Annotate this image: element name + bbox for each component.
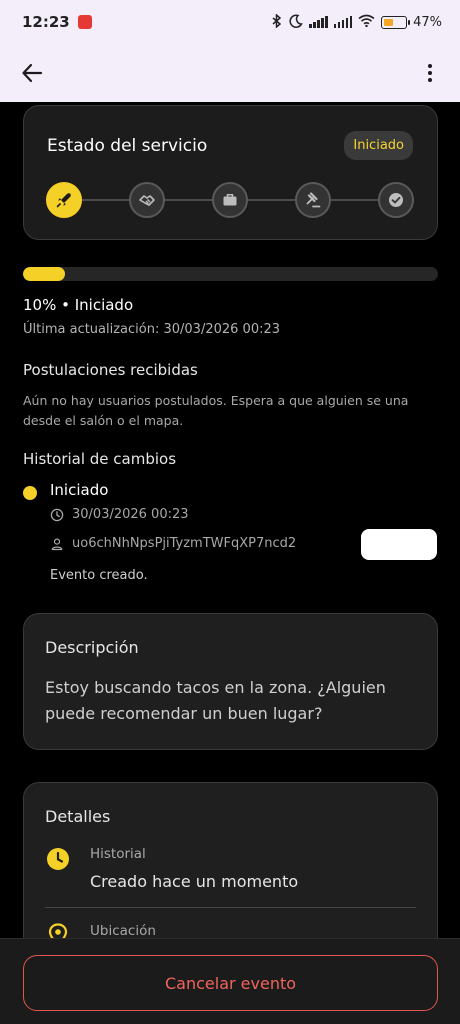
description-card: Descripción Estoy buscando tacos en la z… (23, 613, 438, 750)
status-time: 12:23 (22, 13, 70, 31)
status-badge: Iniciado (344, 131, 413, 160)
app-bar (0, 44, 460, 102)
step-dispute (295, 182, 331, 218)
cancel-event-button[interactable]: Cancelar evento (23, 955, 438, 1011)
history-item-user: uo6chNhNpsPjiTyzmTWFqXP7ncd2 (72, 536, 297, 551)
history-item-date-row: 30/03/2026 00:23 (50, 507, 189, 522)
progress-label: 10% • Iniciado (23, 296, 134, 314)
details-divider (45, 907, 416, 908)
applications-empty-message: Aún no hay usuarios postulados. Espera a… (23, 393, 409, 428)
details-title: Detalles (45, 807, 111, 826)
history-clock-icon (45, 846, 71, 872)
service-status-card: Estado del servicio Iniciado (23, 105, 438, 240)
history-dot (23, 486, 37, 500)
history-item-chip[interactable] (361, 529, 437, 560)
status-icons: 47% (271, 12, 442, 31)
description-text: Estoy buscando tacos en la zona. ¿Alguie… (45, 678, 386, 723)
signal-icon-2 (333, 16, 353, 28)
last-updated: Última actualización: 30/03/2026 00:23 (23, 322, 281, 337)
details-card: Detalles Historial Creado hace un moment… (23, 782, 438, 938)
status-stepper (46, 182, 416, 218)
applications-heading: Postulaciones recibidas (23, 361, 198, 379)
rocket-icon (56, 193, 71, 208)
details-location-label: Ubicación (90, 923, 156, 938)
app-notification-icon (77, 15, 92, 29)
check-circle-icon (389, 193, 403, 207)
moon-icon (289, 13, 303, 31)
signal-icon (309, 16, 328, 28)
step-started (46, 182, 82, 218)
history-item-date: 30/03/2026 00:23 (72, 507, 189, 522)
service-status-title: Estado del servicio (47, 136, 208, 156)
battery-icon (381, 15, 411, 29)
gavel-icon (306, 192, 321, 208)
more-vert-icon (428, 64, 432, 68)
status-bar: 12:23 47% (0, 0, 460, 44)
clock-icon (50, 508, 64, 521)
wifi-icon (358, 14, 375, 30)
handshake-icon (139, 195, 155, 206)
progress-fill (23, 267, 65, 281)
step-agreement (129, 182, 165, 218)
step-completed (378, 182, 414, 218)
scroll-content[interactable]: Estado del servicio Iniciado 10% • Inici… (0, 102, 460, 938)
history-item-user-row: uo6chNhNpsPjiTyzmTWFqXP7ncd2 (50, 536, 296, 551)
bluetooth-icon (271, 12, 283, 31)
progress-bar (23, 267, 438, 281)
bottom-action-bar: Cancelar evento (0, 938, 460, 1024)
location-pin-icon (45, 922, 71, 938)
person-icon (51, 537, 63, 550)
history-item-note: Evento creado. (50, 568, 148, 583)
back-button[interactable] (16, 57, 48, 89)
briefcase-icon (223, 194, 237, 206)
details-history-value: Creado hace un momento (90, 872, 299, 891)
history-item-title: Iniciado (50, 481, 109, 499)
details-history-label: Historial (90, 846, 146, 862)
history-heading: Historial de cambios (23, 450, 177, 468)
step-in-progress (212, 182, 248, 218)
battery-percent: 47% (413, 14, 442, 30)
description-title: Descripción (45, 638, 139, 657)
more-options-button[interactable] (414, 57, 446, 89)
arrow-left-icon (22, 63, 43, 83)
